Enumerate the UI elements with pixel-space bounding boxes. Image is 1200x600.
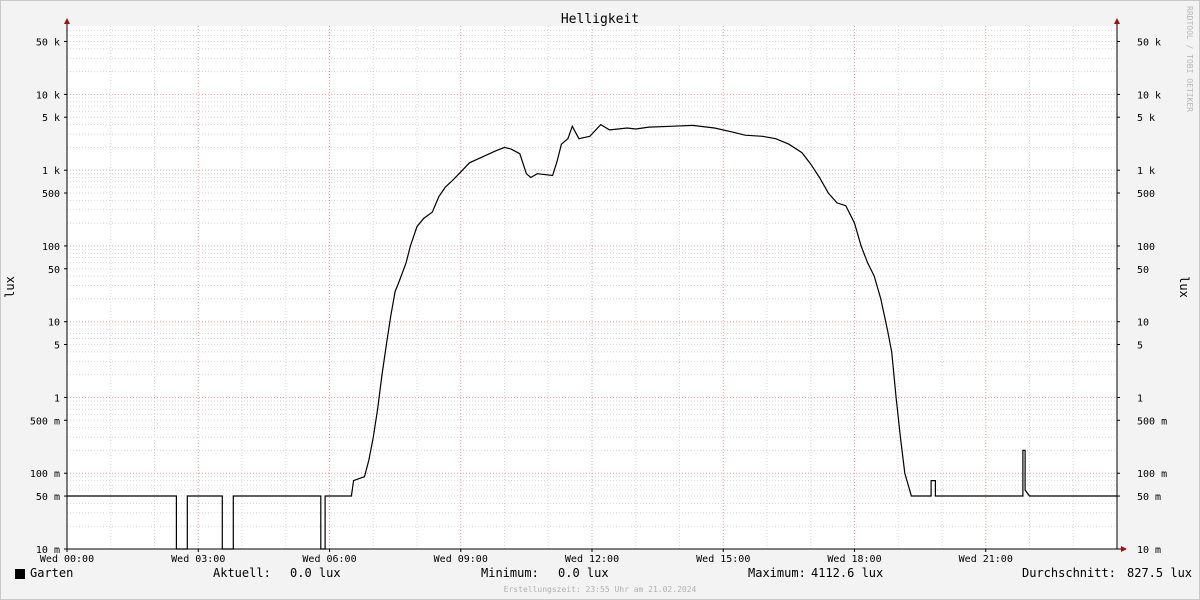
y-tick-label-right: 1 xyxy=(1137,393,1143,404)
legend-min-label: Minimum: xyxy=(481,566,539,580)
y-tick-label-left: 100 xyxy=(42,242,60,253)
y-tick-label-left: 10 xyxy=(48,318,60,329)
legend-max-value: 4112.6 lux xyxy=(811,566,884,580)
x-tick-label: Wed 06:00 xyxy=(302,554,356,565)
y-axis-label-right: lux xyxy=(1177,276,1191,298)
x-axis-arrow xyxy=(1121,546,1127,552)
legend-swatch xyxy=(15,569,25,579)
legend-min-value: 0.0 lux xyxy=(558,566,609,580)
legend: Garten Aktuell: 0.0 lux Minimum: 0.0 lux… xyxy=(0,566,1200,584)
y-tick-label-left: 1 xyxy=(54,393,60,404)
y-tick-label-left: 10 m xyxy=(36,545,60,556)
x-tick-label: Wed 03:00 xyxy=(171,554,225,565)
watermark: RRDTOOL / TOBI OETIKER xyxy=(1185,6,1194,112)
legend-avg-value: 827.5 lux xyxy=(1127,566,1193,580)
y-tick-label-right: 5 xyxy=(1137,341,1143,352)
y-tick-label-left: 5 k xyxy=(42,113,60,124)
x-tick-label: Wed 12:00 xyxy=(565,554,619,565)
chart-title: Helligkeit xyxy=(561,12,639,27)
legend-series-name: Garten xyxy=(30,566,74,580)
y-tick-label-left: 50 k xyxy=(36,37,60,48)
y-axis-label-left: lux xyxy=(3,276,17,298)
y-tick-label-left: 50 xyxy=(48,265,60,276)
x-tick-label: Wed 09:00 xyxy=(434,554,488,565)
y-tick-label-right: 100 xyxy=(1137,242,1155,253)
y-tick-label-right: 50 k xyxy=(1137,37,1161,48)
y-tick-label-left: 500 xyxy=(42,189,60,200)
x-tick-label: Wed 15:00 xyxy=(696,554,750,565)
y-tick-label-right: 1 k xyxy=(1137,166,1155,177)
y-tick-label-right: 500 xyxy=(1137,189,1155,200)
x-tick-label: Wed 18:00 xyxy=(827,554,881,565)
y-axis-arrow-right xyxy=(1114,18,1120,24)
legend-current-value: 0.0 lux xyxy=(290,566,341,580)
legend-avg-label: Durchschnitt: xyxy=(1022,566,1116,580)
y-tick-label-left: 5 xyxy=(54,341,60,352)
creation-time-footer: Erstellungszeit: 23:55 Uhr am 21.02.2024 xyxy=(503,585,697,594)
y-tick-label-right: 100 m xyxy=(1137,469,1167,480)
y-axis-arrow-left xyxy=(64,18,70,24)
y-tick-label-left: 500 m xyxy=(30,416,60,427)
y-tick-label-right: 50 xyxy=(1137,265,1149,276)
y-tick-label-right: 10 xyxy=(1137,318,1149,329)
y-tick-label-right: 10 k xyxy=(1137,90,1161,101)
y-tick-label-right: 5 k xyxy=(1137,113,1155,124)
y-tick-label-left: 100 m xyxy=(30,469,60,480)
legend-max-label: Maximum: xyxy=(748,566,806,580)
x-tick-label: Wed 21:00 xyxy=(959,554,1013,565)
y-tick-label-left: 1 k xyxy=(42,166,60,177)
y-tick-label-right: 50 m xyxy=(1137,492,1161,503)
y-tick-label-left: 50 m xyxy=(36,492,60,503)
y-tick-label-right: 500 m xyxy=(1137,416,1167,427)
y-tick-label-right: 10 m xyxy=(1137,545,1161,556)
brightness-chart: Helligkeit lux lux Wed 00:00 Wed 03:00 Wed… xyxy=(3,12,1191,565)
y-tick-label-left: 10 k xyxy=(36,90,60,101)
legend-current-label: Aktuell: xyxy=(213,566,271,580)
